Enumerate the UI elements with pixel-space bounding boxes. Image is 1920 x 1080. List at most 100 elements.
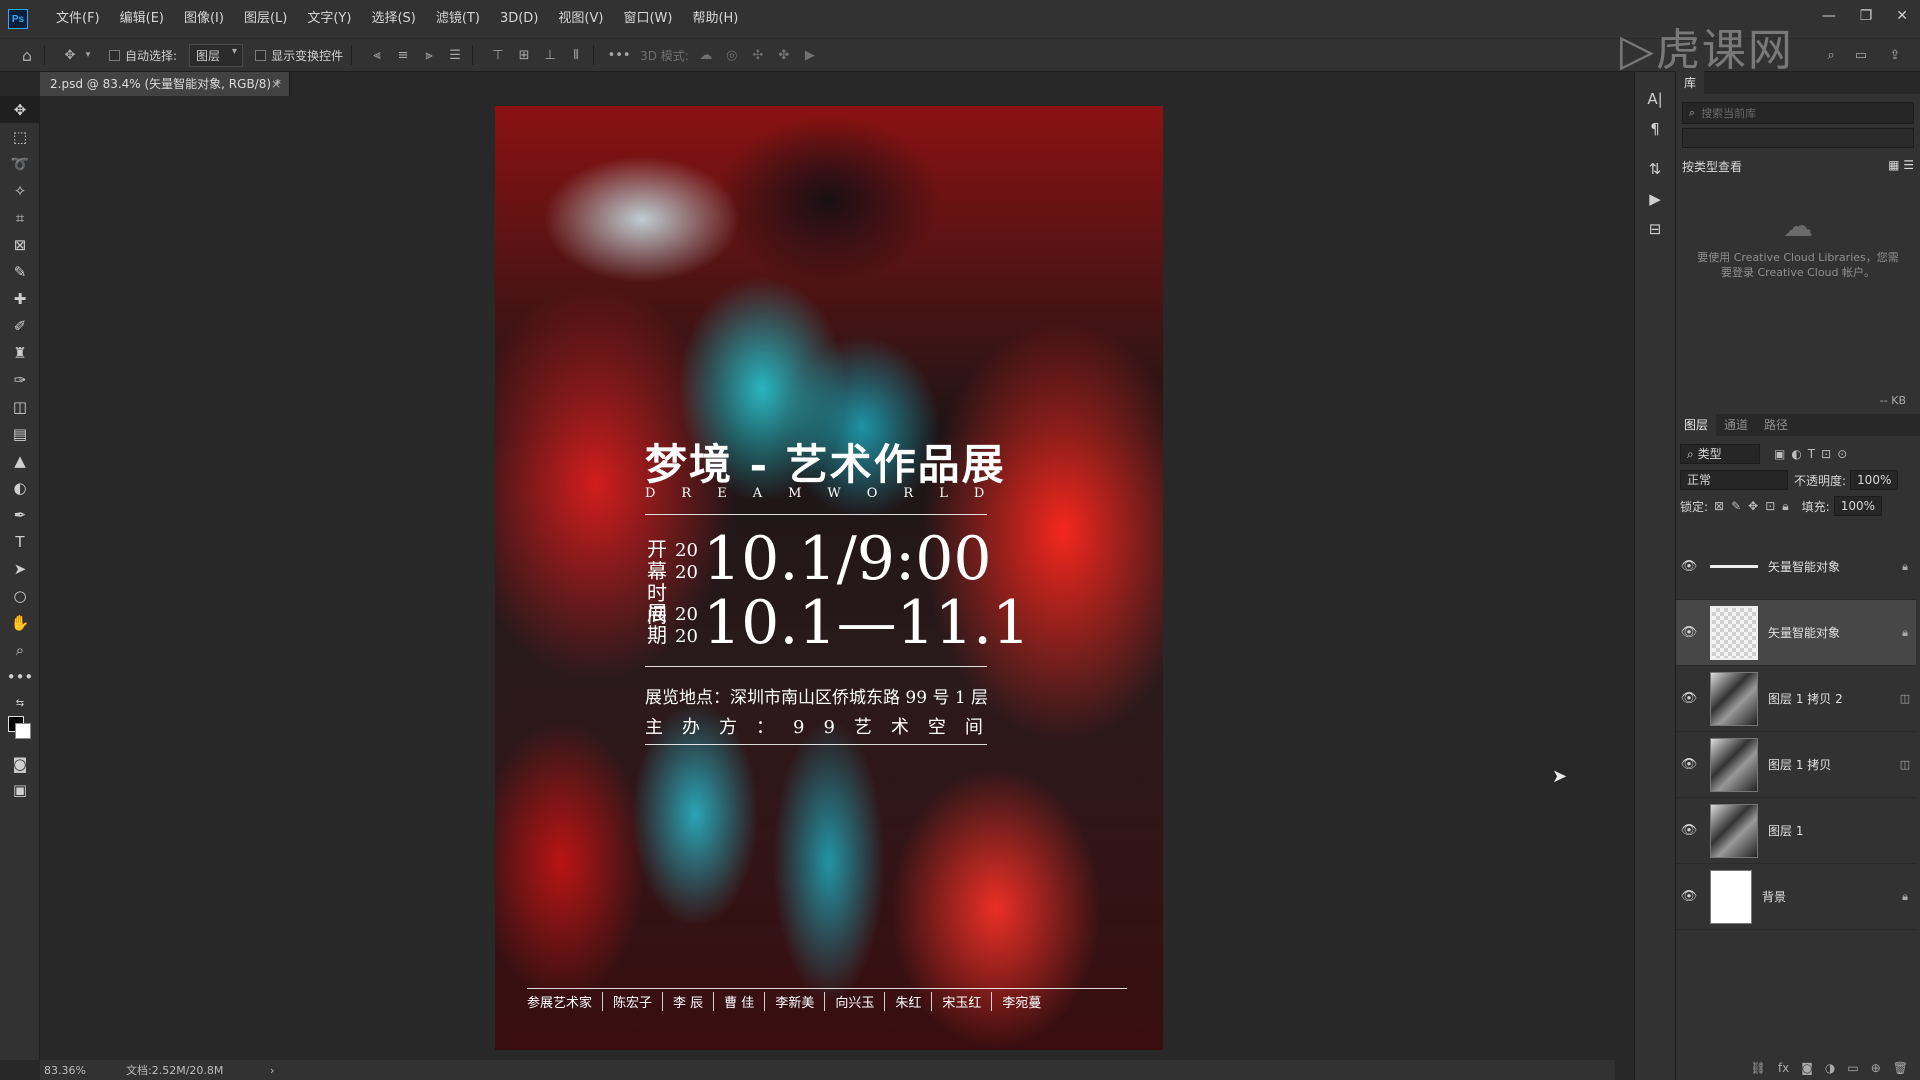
add-mask-icon[interactable]: ◙ (1801, 1061, 1813, 1075)
fill-field[interactable]: 100% (1833, 496, 1882, 516)
zoom-tool-icon[interactable]: ⌕ (0, 636, 40, 663)
character-panel-icon[interactable]: A| (1635, 84, 1675, 114)
distribute-vertical-icon[interactable]: ⦀ (567, 47, 585, 63)
quick-mask-icon[interactable]: ◙ (0, 750, 40, 777)
visibility-eye-icon[interactable]: 👁︎ (1676, 625, 1702, 640)
gradient-tool-icon[interactable]: ▤ (0, 420, 40, 447)
workspace-icon[interactable]: ▭ (1852, 47, 1870, 63)
lock-icons[interactable]: ⊠✎✥⊡🔒︎ (1714, 499, 1796, 514)
actions-panel-icon[interactable]: ▶ (1635, 184, 1675, 214)
new-group-icon[interactable]: ▭ (1847, 1061, 1858, 1075)
swap-colors-icon[interactable]: ⇆ (0, 690, 40, 717)
roll-3d-icon[interactable]: ◎ (723, 47, 741, 63)
status-menu-arrow[interactable]: › (270, 1064, 274, 1077)
home-icon[interactable]: ⌂ (18, 46, 36, 65)
link-layers-icon[interactable]: ⛓ (1751, 1061, 1766, 1075)
background-color-swatch[interactable] (15, 723, 31, 739)
move-tool-icon[interactable]: ✥ (0, 96, 40, 123)
shape-tool-icon[interactable]: ○ (0, 582, 40, 609)
align-middle-icon[interactable]: ⊞ (515, 47, 533, 63)
stamp-tool-icon[interactable]: ♜ (0, 339, 40, 366)
adjustments-panel-icon[interactable]: ⇅ (1635, 154, 1675, 184)
more-icon[interactable]: ••• (608, 47, 631, 63)
slide-3d-icon[interactable]: ✤ (775, 47, 793, 63)
canvas-area[interactable]: 梦境 - 艺术作品展 DREAMWORLD 开幕时间 20 20 10.1/9:… (40, 96, 1615, 1060)
visibility-eye-icon[interactable]: 👁︎ (1676, 889, 1702, 904)
hand-tool-icon[interactable]: ✋ (0, 609, 40, 636)
auto-select-dropdown[interactable]: 图层 (189, 43, 244, 67)
tab-paths[interactable]: 路径 (1756, 413, 1796, 436)
align-right-icon[interactable]: ⫸ (420, 47, 438, 63)
delete-layer-icon[interactable]: 🗑︎ (1893, 1061, 1908, 1075)
layer-row[interactable]: 👁︎ 背景 🔒︎ (1676, 864, 1916, 930)
filter-icons[interactable]: ▣◐T⊡⊙ (1774, 447, 1853, 461)
close-tab-icon[interactable]: × (271, 72, 281, 96)
adjustment-layer-icon[interactable]: ◑ (1825, 1061, 1835, 1075)
history-brush-tool-icon[interactable]: ✑ (0, 366, 40, 393)
menu-file[interactable]: 文件(F) (46, 0, 110, 38)
properties-panel-icon[interactable]: ⊟ (1635, 214, 1675, 244)
menu-3d[interactable]: 3D(D) (490, 0, 548, 38)
eyedropper-tool-icon[interactable]: ✎ (0, 258, 40, 285)
screen-mode-icon[interactable]: ▣ (0, 776, 40, 803)
restore-icon[interactable]: ❐ (1860, 8, 1873, 24)
blur-tool-icon[interactable]: ▲ (0, 447, 40, 474)
menu-view[interactable]: 视图(V) (548, 0, 613, 38)
pan-3d-icon[interactable]: ✣ (749, 47, 767, 63)
menu-select[interactable]: 选择(S) (361, 0, 425, 38)
view-by-type-dropdown[interactable]: 按类型查看 (1682, 158, 1742, 175)
align-bottom-icon[interactable]: ⊥ (541, 47, 559, 63)
grid-list-icon[interactable]: ▦ ☰ (1888, 158, 1914, 175)
menu-help[interactable]: 帮助(H) (682, 0, 748, 38)
fx-icon[interactable]: fx (1778, 1061, 1789, 1075)
layer-filter-dropdown[interactable]: ⌕ 类型 (1680, 444, 1760, 464)
camera-3d-icon[interactable]: ▶ (801, 47, 819, 63)
document-tab[interactable]: 2.psd @ 83.4% (矢量智能对象, RGB/8) * × (40, 72, 290, 96)
auto-select-checkbox[interactable] (109, 49, 120, 61)
lasso-tool-icon[interactable]: ➰ (0, 150, 40, 177)
visibility-eye-icon[interactable]: 👁︎ (1676, 691, 1702, 706)
search-icon[interactable]: ⌕ (1822, 47, 1840, 63)
auto-select-option[interactable]: 自动选择: (109, 47, 177, 64)
zoom-level[interactable]: 83.36% (44, 1064, 124, 1077)
eraser-tool-icon[interactable]: ◫ (0, 393, 40, 420)
path-selection-tool-icon[interactable]: ➤ (0, 555, 40, 582)
menu-image[interactable]: 图像(I) (174, 0, 234, 38)
visibility-eye-icon[interactable]: 👁︎ (1676, 757, 1702, 772)
visibility-eye-icon[interactable]: 👁︎ (1676, 823, 1702, 838)
share-icon[interactable]: ⇪ (1886, 47, 1904, 63)
type-tool-icon[interactable]: T (0, 528, 40, 555)
chevron-down-icon[interactable]: ▾ (79, 47, 97, 63)
layer-row[interactable]: 👁︎ 图层 1 拷贝 ◫ (1676, 732, 1916, 798)
layer-row[interactable]: 👁︎ 矢量智能对象 🔒︎ (1676, 534, 1916, 600)
menu-edit[interactable]: 编辑(E) (110, 0, 174, 38)
dodge-tool-icon[interactable]: ◐ (0, 474, 40, 501)
menu-window[interactable]: 窗口(W) (613, 0, 682, 38)
more-tools-icon[interactable]: ••• (0, 663, 40, 690)
healing-brush-tool-icon[interactable]: ✚ (0, 285, 40, 312)
poster-artwork[interactable]: 梦境 - 艺术作品展 DREAMWORLD 开幕时间 20 20 10.1/9:… (495, 106, 1163, 1050)
menu-layer[interactable]: 图层(L) (234, 0, 297, 38)
brush-tool-icon[interactable]: ✐ (0, 312, 40, 339)
pen-tool-icon[interactable]: ✒ (0, 501, 40, 528)
marquee-tool-icon[interactable]: ⬚ (0, 123, 40, 150)
opacity-field[interactable]: 100% (1850, 470, 1899, 490)
menu-filter[interactable]: 滤镜(T) (426, 0, 490, 38)
libraries-dropdown[interactable] (1682, 128, 1914, 148)
layer-row-selected[interactable]: 👁︎ 矢量智能对象 🔒︎ (1676, 600, 1916, 666)
frame-tool-icon[interactable]: ⊠ (0, 231, 40, 258)
orbit-3d-icon[interactable]: ☁ (697, 47, 715, 63)
paragraph-panel-icon[interactable]: ¶ (1635, 114, 1675, 144)
show-transform-checkbox[interactable] (255, 49, 267, 61)
libraries-search-input[interactable]: ⌕ 搜索当前库 (1682, 102, 1914, 124)
magic-wand-tool-icon[interactable]: ✧ (0, 177, 40, 204)
minimize-icon[interactable]: — (1822, 8, 1836, 24)
visibility-eye-icon[interactable]: 👁︎ (1676, 559, 1702, 574)
new-layer-icon[interactable]: ⊕ (1871, 1061, 1881, 1075)
libraries-tab[interactable]: 库 (1676, 71, 1705, 94)
layer-row[interactable]: 👁︎ 图层 1 (1676, 798, 1916, 864)
menu-type[interactable]: 文字(Y) (297, 0, 361, 38)
tab-layers[interactable]: 图层 (1676, 413, 1717, 436)
close-icon[interactable]: ✕ (1896, 8, 1908, 24)
move-tool-icon[interactable]: ✥ (61, 47, 79, 63)
